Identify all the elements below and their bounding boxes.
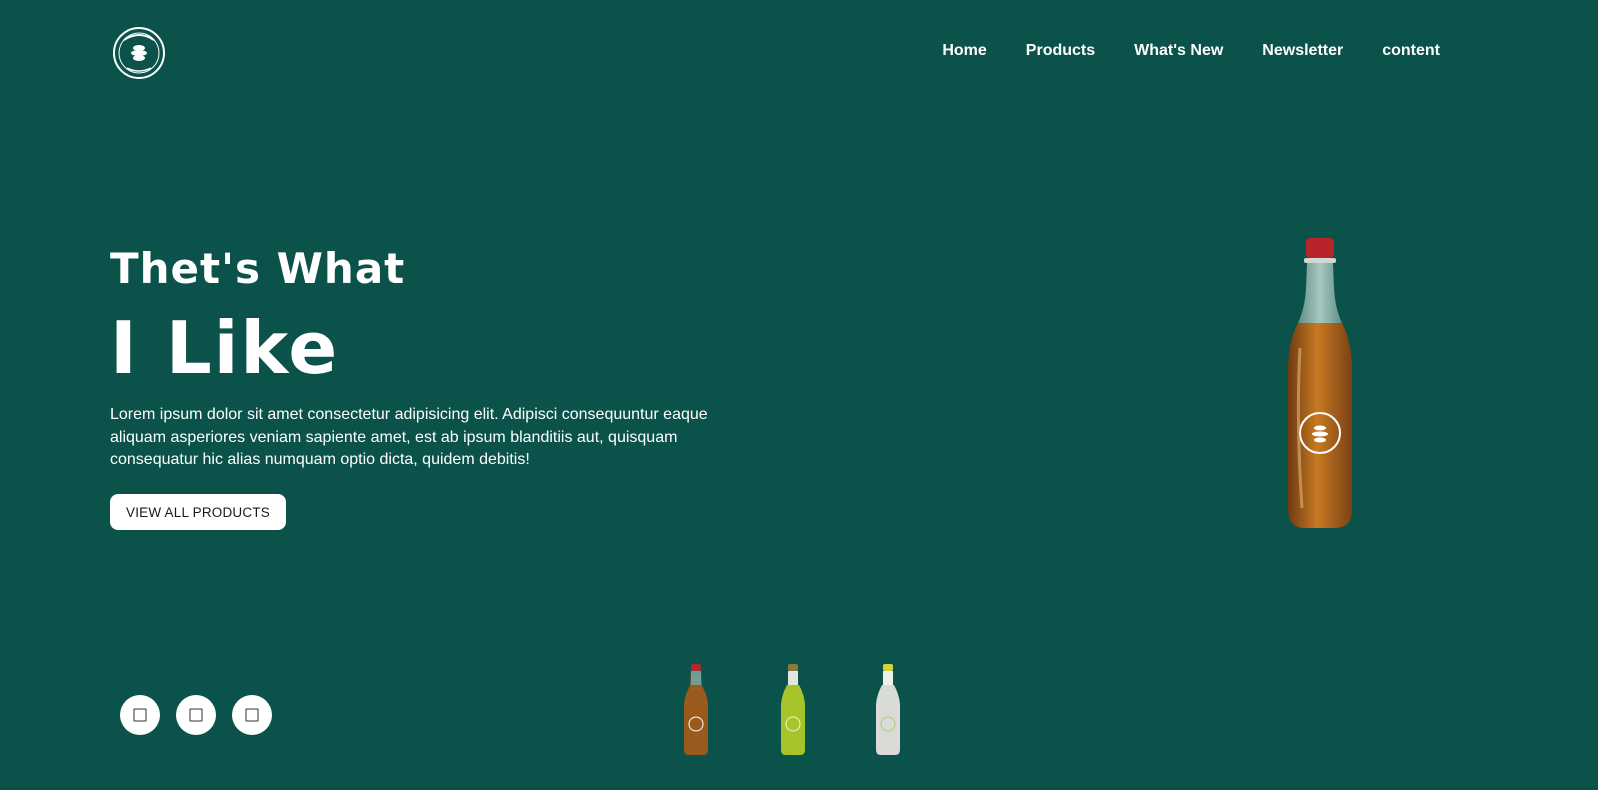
hero-title-small: Thet's What — [110, 244, 406, 293]
nav-content[interactable]: content — [1382, 42, 1440, 60]
thumb-clear-bottle[interactable] — [872, 664, 904, 756]
featured-bottle-image — [1270, 238, 1370, 538]
nav-home[interactable]: Home — [942, 42, 986, 60]
bottom-divider — [0, 786, 1598, 790]
thumb-orange-bottle[interactable] — [680, 664, 712, 756]
landing-page: Home Products What's New Newsletter cont… — [0, 0, 1598, 790]
view-all-products-button[interactable]: VIEW ALL PRODUCTS — [110, 494, 286, 530]
hero-description: Lorem ipsum dolor sit amet consectetur a… — [110, 406, 708, 468]
nav-newsletter[interactable]: Newsletter — [1262, 42, 1343, 60]
facebook-icon[interactable] — [120, 695, 160, 735]
main-nav: Home Products What's New Newsletter cont… — [942, 42, 1440, 60]
thumb-lime-bottle[interactable] — [777, 664, 809, 756]
social-links — [120, 695, 272, 735]
twitter-icon[interactable] — [176, 695, 216, 735]
nav-products[interactable]: Products — [1026, 42, 1095, 60]
brand-seal-icon[interactable] — [112, 26, 166, 80]
nav-whats-new[interactable]: What's New — [1134, 42, 1223, 60]
instagram-icon[interactable] — [232, 695, 272, 735]
hero-title-big: I Like — [110, 306, 340, 390]
